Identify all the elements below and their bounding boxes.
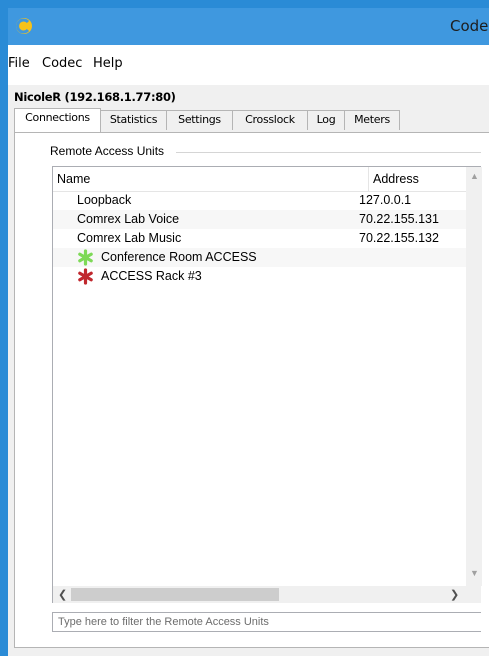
- tab-statistics[interactable]: Statistics: [100, 110, 167, 130]
- tab-meters[interactable]: Meters: [344, 110, 400, 130]
- item-address: 70.22.155.132: [359, 231, 439, 245]
- scroll-down-icon[interactable]: ▼: [470, 568, 479, 578]
- list-item[interactable]: Comrex Lab Voice 70.22.155.131: [53, 210, 466, 229]
- item-name: Conference Room ACCESS: [101, 250, 257, 264]
- list-header: Name Address: [53, 167, 481, 192]
- tab-label: Statistics: [109, 113, 158, 126]
- tab-settings[interactable]: Settings: [166, 110, 233, 130]
- tab-log[interactable]: Log: [307, 110, 345, 130]
- menu-codec[interactable]: Codec: [42, 56, 82, 71]
- list-item[interactable]: ACCESS Rack #3: [53, 267, 466, 286]
- red-asterisk-icon: [77, 268, 94, 285]
- tab-connections[interactable]: Connections: [14, 108, 101, 132]
- horizontal-scrollbar[interactable]: ❮ ❯: [53, 586, 481, 603]
- list-item[interactable]: Conference Room ACCESS: [53, 248, 466, 267]
- title-bar[interactable]: Code: [8, 8, 489, 45]
- list-item[interactable]: Loopback 127.0.0.1: [53, 191, 466, 210]
- column-header-address[interactable]: Address: [373, 172, 419, 186]
- tab-label: Crosslock: [245, 113, 295, 126]
- tab-crosslock[interactable]: Crosslock: [232, 110, 308, 130]
- item-address: 127.0.0.1: [359, 193, 412, 207]
- scroll-right-icon[interactable]: ❯: [450, 588, 459, 601]
- item-address: 70.22.155.131: [359, 212, 439, 226]
- group-label: Remote Access Units: [48, 144, 167, 158]
- filter-input[interactable]: [52, 612, 481, 632]
- scroll-up-icon[interactable]: ▲: [470, 171, 479, 181]
- tab-label: Log: [316, 113, 336, 126]
- group-divider: [176, 152, 481, 153]
- vertical-scrollbar[interactable]: ▲ ▼: [466, 167, 482, 586]
- tab-label: Meters: [354, 113, 390, 126]
- item-name: Comrex Lab Music: [77, 231, 182, 245]
- item-name: Comrex Lab Voice: [77, 212, 180, 226]
- menu-help[interactable]: Help: [93, 56, 123, 71]
- scroll-left-icon[interactable]: ❮: [58, 588, 67, 601]
- menu-bar: File Codec Help: [8, 45, 489, 85]
- menu-file[interactable]: File: [8, 56, 30, 71]
- list-item[interactable]: Comrex Lab Music 70.22.155.132: [53, 229, 466, 248]
- scroll-thumb[interactable]: [71, 588, 279, 601]
- remote-units-list[interactable]: Name Address Loopback 127.0.0.1 Comrex L…: [52, 166, 482, 603]
- green-asterisk-icon: [77, 249, 94, 266]
- app-icon: [14, 16, 34, 36]
- tab-label: Connections: [25, 111, 90, 124]
- device-title: NicoleR (192.168.1.77:80): [14, 90, 176, 104]
- tab-label: Settings: [178, 113, 221, 126]
- window-title: Code: [450, 17, 489, 35]
- item-name: ACCESS Rack #3: [101, 269, 202, 283]
- column-header-name[interactable]: Name: [57, 172, 90, 186]
- item-name: Loopback: [77, 193, 132, 207]
- column-divider[interactable]: [368, 167, 369, 191]
